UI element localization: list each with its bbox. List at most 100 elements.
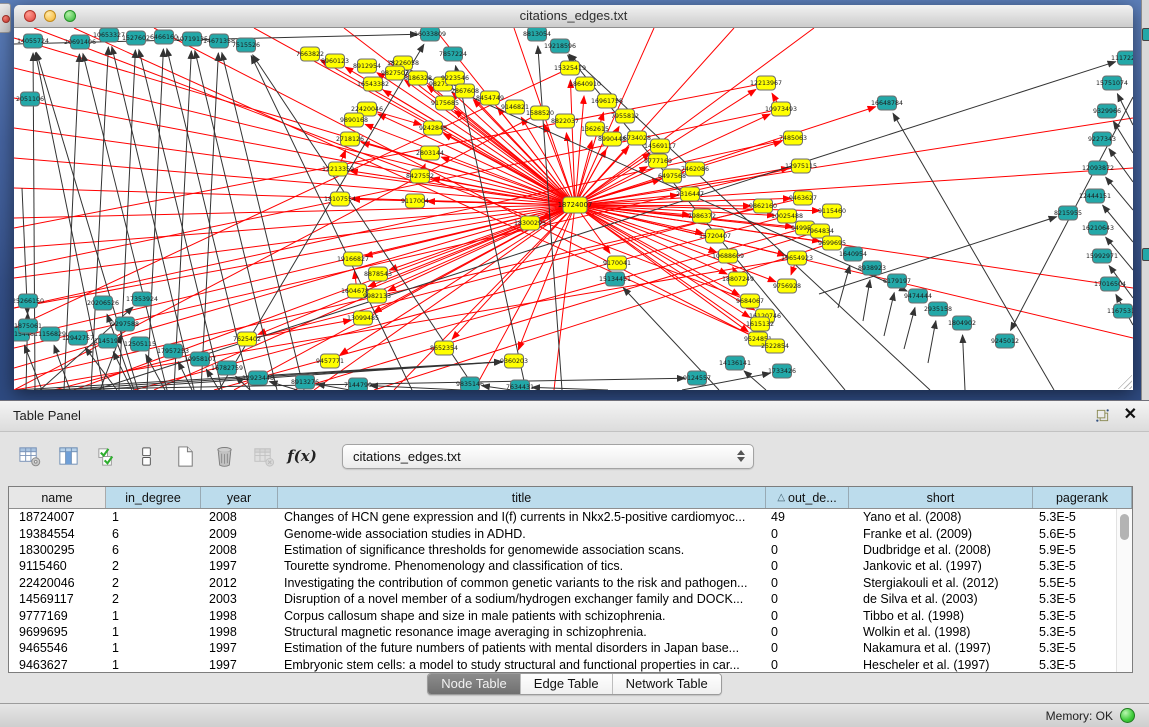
select-rows-icon[interactable]	[94, 443, 120, 469]
network-node[interactable]: 25266150	[14, 294, 44, 308]
network-node[interactable]: 9463627	[789, 191, 817, 205]
row-height-icon[interactable]	[133, 443, 159, 469]
network-node[interactable]: 6466160	[150, 30, 178, 44]
table-row[interactable]: 1830029562008Estimation of significance …	[9, 542, 1132, 558]
column-header-pagerank[interactable]: pagerank	[1033, 487, 1132, 508]
network-node[interactable]: 15992971	[1086, 249, 1118, 263]
network-node[interactable]: 14055724	[17, 34, 49, 48]
background-close-button[interactable]	[2, 15, 10, 23]
network-node[interactable]: 20206526	[87, 296, 119, 310]
network-node[interactable]: 8813054	[523, 28, 551, 41]
network-node[interactable]: 15751074	[1096, 76, 1128, 90]
column-header-year[interactable]: year	[201, 487, 278, 508]
network-node[interactable]: 8912954	[353, 59, 381, 73]
network-node[interactable]: 9982133	[363, 289, 391, 303]
network-node[interactable]: 14136141	[719, 356, 751, 370]
network-node[interactable]: 1145194	[94, 334, 122, 348]
network-node[interactable]: 19218596	[544, 39, 576, 53]
network-node[interactable]: 9360203	[500, 354, 528, 368]
network-node[interactable]: 7485063	[779, 131, 807, 145]
network-node[interactable]: 9457771	[316, 354, 344, 368]
network-node[interactable]: 2316447	[676, 187, 704, 201]
network-node[interactable]: 2935158	[924, 302, 952, 316]
column-header-short[interactable]: short	[849, 487, 1033, 508]
table-row[interactable]: 977716911998Corpus callosum shape and si…	[9, 607, 1132, 623]
network-node[interactable]: 8990448	[598, 132, 626, 146]
table-row[interactable]: 2242004622012Investigating the contribut…	[9, 575, 1132, 591]
network-node[interactable]: 1527602	[122, 31, 150, 45]
network-node[interactable]: 9684067	[736, 294, 764, 308]
network-node[interactable]: 9170041	[603, 256, 631, 270]
table-scrollbar[interactable]	[1116, 509, 1132, 672]
network-node[interactable]: 1875061	[14, 319, 42, 333]
network-node[interactable]: 8454749	[476, 91, 504, 105]
table-scrollbar-thumb[interactable]	[1120, 514, 1129, 540]
network-graph[interactable]: 7663822896012389129541654338218226058982…	[14, 28, 1133, 390]
network-node[interactable]: 9890168	[340, 113, 368, 127]
table-row[interactable]: 1938455462009Genome-wide association stu…	[9, 525, 1132, 541]
network-node[interactable]: 9777169	[644, 154, 672, 168]
network-node[interactable]: 9242848	[419, 121, 447, 135]
network-node[interactable]: 6497568	[658, 169, 686, 183]
network-node[interactable]: 9117004	[401, 194, 429, 208]
network-node[interactable]: 18724007	[558, 197, 593, 213]
network-node[interactable]: 11675312	[1107, 304, 1133, 318]
network-node[interactable]: 17016504	[1094, 277, 1126, 291]
network-node[interactable]: 8215955	[1054, 206, 1082, 220]
delete-icon[interactable]	[211, 443, 237, 469]
network-node[interactable]: 9146821	[501, 100, 529, 114]
network-node[interactable]: 1733426	[768, 364, 796, 378]
network-node[interactable]: 7986372	[688, 209, 716, 223]
network-node[interactable]: 2867608	[451, 84, 479, 98]
column-header-title[interactable]: title	[278, 487, 766, 508]
network-node[interactable]: 7955812	[611, 109, 639, 123]
float-panel-icon[interactable]	[1095, 408, 1110, 423]
network-node[interactable]: 11172253	[1111, 51, 1133, 65]
network-node[interactable]: 9699695	[818, 236, 846, 250]
new-file-icon[interactable]	[172, 443, 198, 469]
column-header-out_degree[interactable]: △out_de...	[766, 487, 849, 508]
close-panel-icon[interactable]: ✕	[1124, 407, 1137, 423]
network-node[interactable]: 10688609	[712, 249, 744, 263]
table-row[interactable]: 911546021997Tourette syndrome. Phenomeno…	[9, 558, 1132, 574]
network-node[interactable]: 12975115	[785, 159, 817, 173]
network-node[interactable]: 8960123	[321, 54, 349, 68]
network-node[interactable]: 8878543	[364, 267, 392, 281]
network-node[interactable]: 9115460	[818, 204, 846, 218]
network-node[interactable]: 6179197	[883, 274, 911, 288]
minimize-window-button[interactable]	[44, 10, 56, 22]
network-node[interactable]: 16033809	[414, 28, 446, 41]
network-node[interactable]: 9756928	[773, 279, 801, 293]
network-node[interactable]: 9124557	[683, 371, 711, 385]
network-node[interactable]: 16648784	[871, 96, 903, 110]
table-row[interactable]: 946554611997Estimation of the future num…	[9, 640, 1132, 656]
close-window-button[interactable]	[24, 10, 36, 22]
column-header-name[interactable]: name	[9, 487, 106, 508]
network-node[interactable]: 9474444	[904, 289, 932, 303]
network-node[interactable]: 12093872	[1082, 161, 1114, 175]
column-header-in_degree[interactable]: in_degree	[106, 487, 201, 508]
network-node[interactable]: 16543382	[357, 77, 389, 91]
network-node[interactable]: 12213967	[750, 76, 782, 90]
network-node[interactable]: 7663822	[296, 47, 324, 61]
network-node[interactable]: 16961758	[591, 94, 623, 108]
network-node[interactable]: 8427552	[406, 169, 434, 183]
network-node[interactable]: 9175685	[431, 96, 459, 110]
network-node[interactable]: 8652354	[430, 341, 458, 355]
network-node[interactable]: 1640954	[839, 247, 867, 261]
show-columns-icon[interactable]	[55, 443, 81, 469]
network-node[interactable]: 9223546	[441, 71, 469, 85]
table-row[interactable]: 1872400712008Changes of HCN gene express…	[9, 509, 1132, 525]
tab-edge-table[interactable]: Edge Table	[520, 674, 612, 694]
function-builder-icon[interactable]: f(x)	[289, 443, 315, 469]
network-node[interactable]: 7857224	[439, 47, 467, 61]
table-row[interactable]: 1456911722003Disruption of a novel membe…	[9, 591, 1132, 607]
network-node[interactable]: 17353924	[126, 292, 158, 306]
network-node[interactable]: 2522854	[761, 339, 789, 353]
network-node[interactable]: 15134451	[599, 272, 631, 286]
network-node[interactable]: 19654923	[781, 251, 813, 265]
network-node[interactable]: 1804902	[948, 316, 976, 330]
network-node[interactable]: 10653327	[93, 28, 125, 42]
network-node[interactable]: 9862160	[749, 199, 777, 213]
network-node[interactable]: 1615132	[746, 317, 774, 331]
